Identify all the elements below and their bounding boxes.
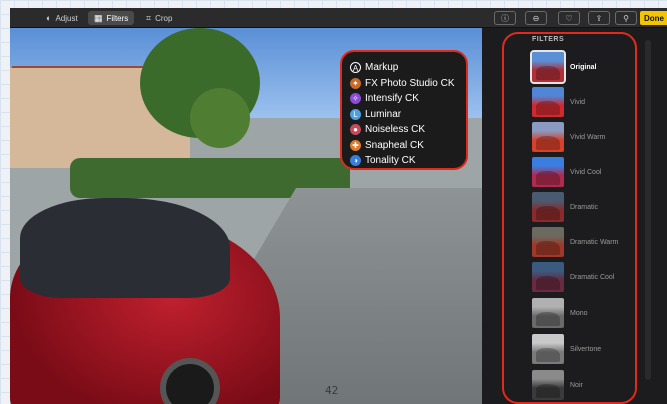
luminar-icon: L [350, 108, 361, 120]
filters-highlight-outline [502, 32, 637, 404]
adjust-icon: ◐ [46, 13, 52, 23]
info-icon: ⓘ [501, 13, 509, 23]
menu-item-label: Luminar [365, 108, 402, 120]
share-icon: ⇪ [595, 13, 603, 23]
share-button[interactable]: ⇪ [588, 11, 610, 25]
menu-item-noiseless[interactable]: ● Noiseless CK [350, 122, 458, 138]
extensions-menu: A Markup ✦ FX Photo Studio CK ✧ Intensif… [340, 50, 468, 170]
menu-item-snapheal[interactable]: ✚ Snapheal CK [350, 138, 458, 154]
page-number: 42 [325, 384, 339, 397]
photo-car [10, 188, 290, 404]
menu-item-label: Tonality CK [365, 155, 416, 167]
tonality-icon: ◑ [350, 155, 361, 167]
rotate-icon: ⊖ [532, 13, 540, 23]
fx-photo-studio-icon: ✦ [350, 77, 361, 89]
menu-item-fx-photo-studio[interactable]: ✦ FX Photo Studio CK [350, 76, 458, 92]
menu-item-label: Snapheal CK [365, 139, 424, 151]
menu-item-label: Markup [365, 62, 399, 74]
crop-label: Crop [155, 13, 173, 23]
noiseless-icon: ● [350, 124, 361, 136]
more-icon: ⚲ [623, 13, 629, 23]
photo-tree [190, 88, 250, 148]
edit-toolbar: ◐ Adjust ▦ Filters ⌗ Crop ⓘ ⊖ ♡ ⇪ ⚲ Done [10, 8, 667, 28]
favorite-button[interactable]: ♡ [558, 11, 580, 25]
menu-item-intensify[interactable]: ✧ Intensify CK [350, 91, 458, 107]
adjust-label: Adjust [55, 13, 78, 23]
done-button[interactable]: Done [640, 11, 667, 25]
info-button[interactable]: ⓘ [494, 11, 516, 25]
filters-tab[interactable]: ▦ Filters [88, 11, 135, 25]
crop-tab[interactable]: ⌗ Crop [140, 11, 178, 25]
intensify-icon: ✧ [350, 93, 361, 105]
rotate-button[interactable]: ⊖ [525, 11, 547, 25]
heart-icon: ♡ [565, 13, 573, 23]
menu-item-luminar[interactable]: L Luminar [350, 107, 458, 123]
filters-scrollbar[interactable] [645, 40, 651, 380]
menu-item-label: Noiseless CK [365, 124, 426, 136]
crop-icon: ⌗ [146, 12, 152, 23]
filters-icon: ▦ [94, 12, 103, 23]
menu-item-markup[interactable]: A Markup [350, 60, 458, 76]
markup-icon: A [350, 62, 361, 74]
adjust-tab[interactable]: ◐ Adjust [40, 11, 84, 25]
snapheal-icon: ✚ [350, 139, 361, 151]
menu-item-tonality[interactable]: ◑ Tonality CK [350, 153, 458, 169]
menu-item-label: FX Photo Studio CK [365, 77, 455, 89]
extensions-button[interactable]: ⚲ [615, 11, 637, 25]
car-windshield [20, 198, 230, 298]
filters-label: Filters [106, 13, 129, 23]
menu-item-label: Intensify CK [365, 93, 419, 105]
